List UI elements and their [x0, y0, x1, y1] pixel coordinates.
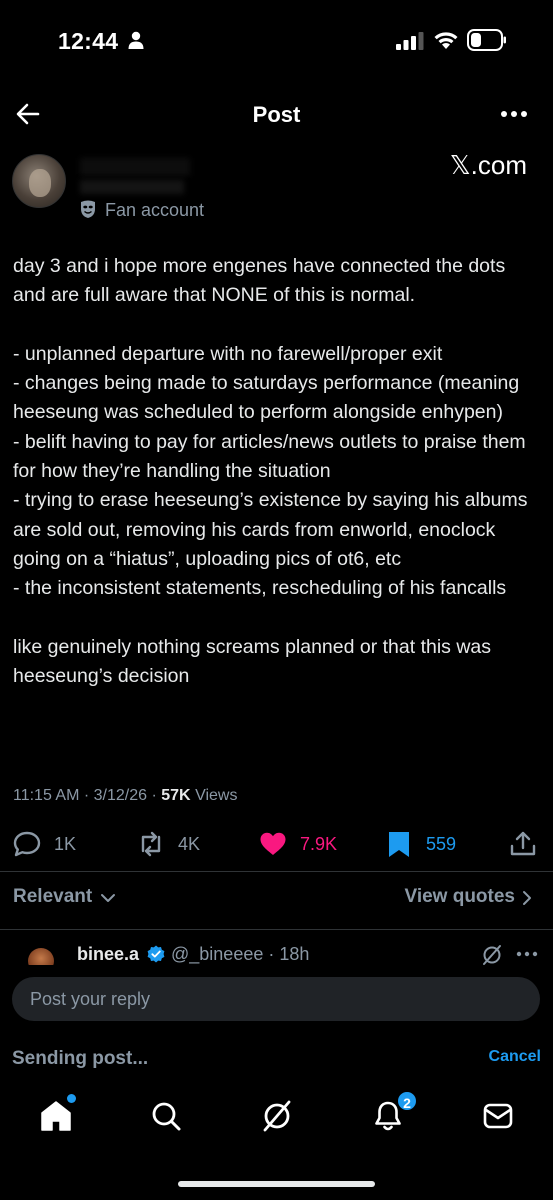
- fan-account-mask-icon: [81, 200, 95, 218]
- notifications-badge: 2: [396, 1090, 418, 1112]
- author-avatar[interactable]: [12, 154, 66, 208]
- wifi-icon: [434, 32, 458, 49]
- more-options-icon[interactable]: [515, 946, 539, 962]
- sort-dropdown[interactable]: Relevant: [13, 886, 92, 908]
- bookmark-button[interactable]: 559: [384, 826, 456, 862]
- status-time: 12:44: [58, 28, 119, 54]
- post-date: 3/12/26: [93, 787, 148, 804]
- home-icon: [41, 1101, 71, 1131]
- author-name-redacted: [80, 158, 190, 176]
- reply-composer: [0, 965, 553, 1030]
- person-icon: [128, 31, 144, 49]
- view-quotes-link[interactable]: View quotes: [404, 886, 515, 908]
- chevron-down-icon[interactable]: [100, 892, 116, 904]
- cellular-signal-icon: [396, 32, 424, 50]
- bottom-tab-bar: 2: [0, 1086, 553, 1156]
- share-button[interactable]: [508, 826, 538, 862]
- views-count: 57K: [161, 787, 191, 804]
- reply-button[interactable]: 1K: [12, 826, 76, 862]
- reply-item[interactable]: binee.a @_bineeee · 18h: [0, 940, 553, 966]
- heart-icon: [260, 832, 286, 855]
- tab-search[interactable]: [148, 1098, 184, 1134]
- post-author: Fan account 𝕏.com: [0, 150, 553, 230]
- post-meta: 11:15 AM · 3/12/26 · 57K Views: [13, 787, 238, 804]
- repost-icon: [141, 831, 161, 857]
- grok-icon: [263, 1100, 291, 1132]
- repost-button[interactable]: 4K: [136, 826, 200, 862]
- chevron-right-icon[interactable]: [521, 890, 533, 906]
- bookmark-icon: [389, 832, 409, 857]
- sending-status-bar: Sending post... Cancel: [0, 1036, 553, 1082]
- messages-envelope-icon: [483, 1103, 513, 1129]
- reply-input[interactable]: [12, 977, 540, 1021]
- views-label: Views: [195, 787, 238, 804]
- like-count: 7.9K: [300, 833, 338, 854]
- more-options-icon[interactable]: [499, 100, 529, 128]
- status-bar: 12:44: [0, 0, 553, 84]
- repost-count: 4K: [178, 833, 201, 854]
- author-handle-redacted: [80, 180, 184, 194]
- reply-avatar[interactable]: [28, 948, 54, 966]
- page-title: Post: [252, 102, 301, 127]
- home-indicator[interactable]: [178, 1181, 375, 1187]
- bookmark-count: 559: [426, 833, 457, 854]
- post-actions: 1K 4K 7.9K 559: [0, 826, 553, 862]
- sending-status-label: Sending post...: [12, 1048, 149, 1069]
- reply-icon: [13, 831, 41, 857]
- tab-home[interactable]: [38, 1094, 76, 1134]
- like-button[interactable]: 7.9K: [258, 826, 337, 862]
- tab-messages[interactable]: [480, 1098, 516, 1134]
- battery-icon: [467, 29, 506, 51]
- reply-handle-time: @_bineeee · 18h: [171, 944, 310, 964]
- reply-count: 1K: [54, 833, 77, 854]
- home-new-posts-dot: [67, 1094, 76, 1103]
- reply-author-name[interactable]: binee.a: [77, 944, 139, 965]
- grok-icon[interactable]: [481, 944, 503, 966]
- cancel-button[interactable]: Cancel: [489, 1048, 541, 1066]
- divider: [0, 929, 553, 930]
- tab-notifications[interactable]: 2: [370, 1090, 418, 1134]
- nav-bar: Post: [0, 92, 553, 138]
- x-com-logo: 𝕏.com: [449, 150, 527, 180]
- verified-badge-icon: [147, 945, 165, 963]
- share-icon: [510, 831, 536, 856]
- tab-grok[interactable]: [259, 1098, 295, 1134]
- search-icon: [152, 1102, 181, 1131]
- replies-sort-row: Relevant View quotes: [0, 884, 553, 912]
- fan-account-label: Fan account: [105, 200, 205, 220]
- post-text: day 3 and i hope more engenes have conne…: [13, 255, 528, 688]
- divider: [0, 871, 553, 872]
- post-time: 11:15 AM: [13, 787, 80, 804]
